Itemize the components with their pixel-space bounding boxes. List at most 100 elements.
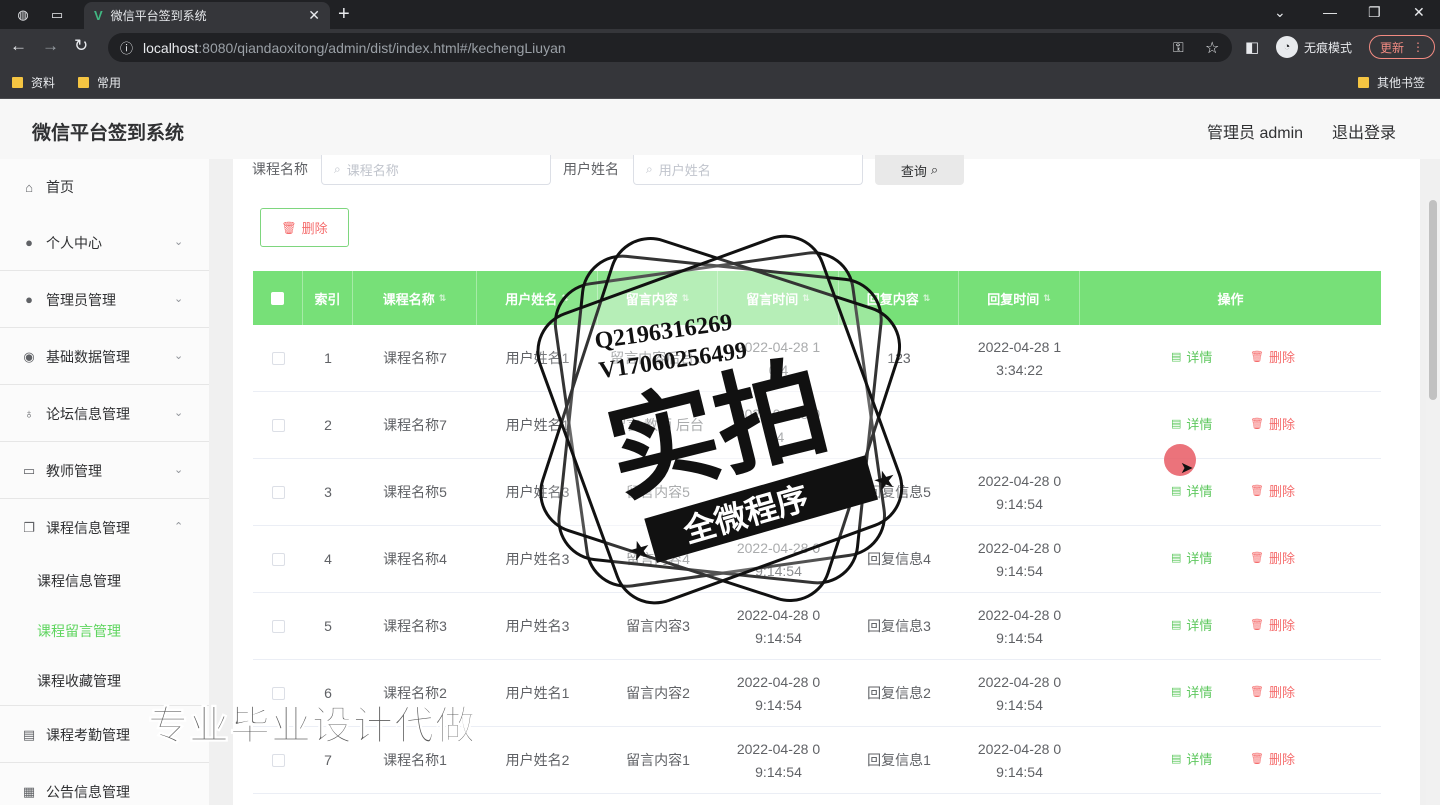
other-bookmarks[interactable]: 其他书签	[1358, 74, 1425, 91]
home-icon: ⌂	[25, 179, 33, 195]
back-icon[interactable]: ←	[10, 36, 27, 56]
folder-icon	[12, 77, 23, 88]
row-checkbox[interactable]	[271, 419, 285, 432]
sidebar-item-notices[interactable]: ▦ 公告信息管理	[0, 764, 209, 805]
row-checkbox[interactable]	[271, 754, 285, 767]
sidebar-subitem-course-info[interactable]: 课程信息管理	[0, 556, 209, 606]
url-path: :8080/qiandaoxitong/admin/dist/index.htm…	[198, 39, 566, 56]
watermark-bottom-text: 专业毕业设计代做	[148, 704, 476, 749]
document-icon: ▤	[1171, 418, 1182, 430]
incognito-indicator[interactable]: ◔ 无痕模式	[1276, 35, 1352, 59]
delete-button[interactable]: 🗑 删除	[1250, 615, 1295, 634]
delete-button[interactable]: 🗑 删除	[1250, 682, 1295, 701]
row-checkbox[interactable]	[271, 352, 285, 365]
index-cell: 2	[324, 417, 332, 433]
sidebar-item-courses[interactable]: ❐ 课程信息管理 ⌃	[0, 500, 209, 556]
column-header: 索引	[303, 271, 353, 325]
sort-icon[interactable]: ⇅	[1043, 293, 1051, 304]
key-icon[interactable]: ⚿	[1173, 39, 1184, 56]
sidebar-item-profile[interactable]: ● 个人中心 ⌄	[0, 215, 209, 271]
forward-icon[interactable]: →	[42, 36, 59, 56]
sidebar-item-basedata[interactable]: ◉ 基础数据管理 ⌄	[0, 329, 209, 385]
bookmark-folder[interactable]: 常用	[78, 74, 121, 91]
detail-button[interactable]: ▤ 详情	[1171, 615, 1212, 634]
sidebar-item-teachers[interactable]: ▭ 教师管理 ⌄	[0, 443, 209, 499]
column-header[interactable]: 回复时间 ⇅	[959, 271, 1080, 325]
reload-icon[interactable]: ↻	[74, 36, 88, 56]
delete-button[interactable]: 🗑 删除	[1250, 548, 1295, 567]
globe-icon[interactable]: ◍	[12, 4, 34, 26]
scrollbar-thumb[interactable]	[1429, 200, 1437, 400]
watermark-stamp: Q2196316269 V17060256499 实拍 全微程序 ★ ★	[536, 234, 904, 605]
logout-link[interactable]: 退出登录	[1332, 119, 1396, 143]
message-time-cell: 2022-04-28 0 9:14:54	[736, 740, 821, 780]
address-bar[interactable]: ⓘ localhost :8080/qiandaoxitong/admin/di…	[108, 33, 1232, 62]
row-checkbox-cell[interactable]	[253, 526, 303, 593]
message-cell: 留言内容2	[626, 685, 690, 701]
user-name-label: 用户姓名	[563, 161, 619, 177]
sort-icon[interactable]: ⇅	[439, 293, 447, 304]
copy-icon: ❐	[23, 520, 35, 535]
trash-icon: 🗑	[1250, 418, 1264, 430]
window-icon[interactable]: ▭	[46, 4, 68, 26]
maximize-button[interactable]: ❐	[1368, 4, 1381, 21]
sidebar-item-forum[interactable]: ♁ 论坛信息管理 ⌄	[0, 386, 209, 442]
detail-button[interactable]: ▤ 详情	[1171, 414, 1212, 433]
query-button[interactable]: 查询 ⌕	[875, 155, 964, 185]
delete-button[interactable]: 🗑 删除	[1250, 481, 1295, 500]
select-all-checkbox[interactable]	[271, 291, 284, 305]
row-checkbox[interactable]	[271, 553, 285, 566]
new-tab-button[interactable]: +	[338, 3, 350, 26]
detail-button[interactable]: ▤ 详情	[1171, 347, 1212, 366]
trash-icon: 🗑	[281, 220, 297, 235]
scrollbar[interactable]	[1426, 200, 1440, 805]
select-all-checkbox-cell[interactable]	[253, 271, 303, 325]
row-checkbox[interactable]	[271, 486, 285, 499]
sidebar-subitem-course-messages[interactable]: 课程留言管理	[0, 606, 209, 656]
detail-button[interactable]: ▤ 详情	[1171, 682, 1212, 701]
detail-label: 详情	[1186, 618, 1213, 633]
detail-button[interactable]: ▤ 详情	[1171, 749, 1212, 768]
message-cell: 留言内容1	[626, 752, 690, 768]
row-checkbox[interactable]	[271, 620, 285, 633]
delete-label: 删除	[1268, 618, 1295, 633]
delete-button[interactable]: 🗑 删除	[1250, 414, 1295, 433]
column-header[interactable]: 课程名称 ⇅	[353, 271, 477, 325]
row-checkbox-cell[interactable]	[253, 459, 303, 526]
row-checkbox-cell[interactable]	[253, 593, 303, 660]
delete-button[interactable]: 🗑 删除	[1250, 347, 1295, 366]
user-icon: ●	[25, 235, 33, 250]
sidebar-item-home[interactable]: ⌂ 首页	[0, 159, 209, 215]
sidepanel-icon[interactable]: ◧	[1245, 38, 1259, 56]
browser-tab[interactable]: V 微信平台签到系统 ✕	[84, 2, 330, 29]
batch-delete-button[interactable]: 🗑 删除	[260, 208, 349, 247]
user-name-input[interactable]: ⌕ 用户姓名	[633, 155, 863, 185]
minimize-button[interactable]: —	[1323, 4, 1337, 20]
tab-search-icon[interactable]: ⌄	[1274, 4, 1286, 21]
delete-button[interactable]: 🗑 删除	[1250, 749, 1295, 768]
more-icon: ⋮	[1412, 40, 1425, 54]
detail-button[interactable]: ▤ 详情	[1171, 481, 1212, 500]
update-button[interactable]: 更新 ⋮	[1369, 35, 1436, 59]
star-icon[interactable]: ☆	[1205, 38, 1219, 58]
course-name-input[interactable]: ⌕ 课程名称	[321, 155, 551, 185]
bookmark-folder[interactable]: 资料	[12, 74, 55, 91]
sort-icon[interactable]: ⇅	[923, 293, 931, 304]
sidebar-item-label: 首页	[46, 179, 74, 195]
document-icon: ▤	[1171, 753, 1182, 765]
tab-close-icon[interactable]: ✕	[308, 7, 320, 24]
sidebar-item-admins[interactable]: ● 管理员管理 ⌄	[0, 272, 209, 328]
index-cell: 4	[324, 551, 332, 567]
course-name-cell: 课程名称3	[383, 618, 447, 634]
course-name-label: 课程名称	[252, 161, 308, 177]
app-header: 微信平台签到系统 管理员 admin 退出登录	[0, 99, 1440, 159]
row-checkbox-cell[interactable]	[253, 325, 303, 392]
info-icon[interactable]: ⓘ	[120, 38, 133, 57]
row-checkbox-cell[interactable]	[253, 392, 303, 459]
window-close-button[interactable]: ✕	[1413, 4, 1425, 21]
detail-button[interactable]: ▤ 详情	[1171, 548, 1212, 567]
trash-icon: 🗑	[1250, 485, 1264, 497]
sidebar-subitem-label: 课程信息管理	[37, 573, 121, 589]
chevron-down-icon: ⌄	[174, 407, 184, 419]
bookmarks-bar: 资料 常用 其他书签	[0, 66, 1440, 99]
